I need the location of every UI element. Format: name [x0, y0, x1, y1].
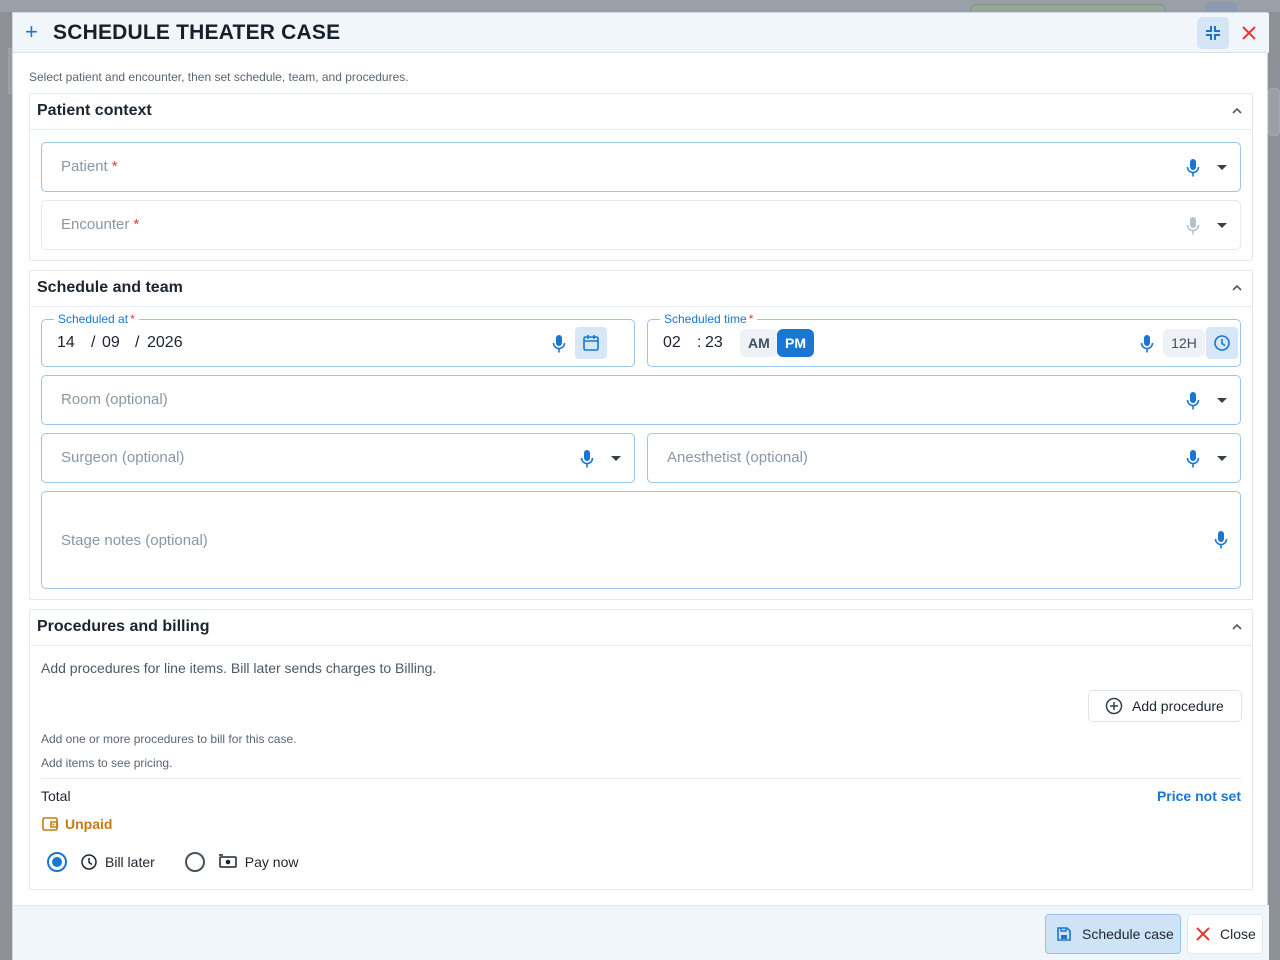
time-hour[interactable]: 02: [663, 334, 681, 352]
date-separator: /: [91, 334, 96, 351]
divider: [41, 778, 1241, 779]
stage-notes-placeholder: Stage notes (optional): [61, 532, 208, 549]
stage-notes-field[interactable]: Stage notes (optional): [41, 491, 1241, 589]
anesthetist-field[interactable]: Anesthetist (optional): [647, 433, 1241, 483]
date-day[interactable]: 14: [57, 334, 75, 352]
price-status: Price not set: [1156, 788, 1241, 804]
date-year[interactable]: 2026: [147, 334, 183, 352]
bill-later-option[interactable]: Bill later: [47, 852, 155, 872]
add-circle-icon: [1105, 697, 1123, 715]
cash-icon: [218, 854, 237, 868]
procedures-billing-header[interactable]: Procedures and billing: [30, 610, 1252, 646]
dropdown-arrow-icon[interactable]: [1216, 164, 1228, 172]
pricing-hint: Add items to see pricing.: [41, 756, 173, 770]
procedures-info-text: Add procedures for line items. Bill late…: [41, 660, 437, 676]
format-12h-toggle[interactable]: 12H: [1163, 329, 1205, 357]
chevron-up-icon: [1232, 284, 1242, 291]
anesthetist-placeholder: Anesthetist (optional): [667, 449, 808, 466]
scheduled-at-label: Scheduled at *: [54, 312, 139, 326]
add-procedure-button[interactable]: Add procedure: [1088, 690, 1242, 722]
pay-now-option[interactable]: Pay now: [184, 852, 299, 872]
patient-field[interactable]: Patient *: [41, 142, 1241, 192]
chevron-up-icon: [1232, 107, 1242, 114]
patient-context-header[interactable]: Patient context: [30, 94, 1252, 130]
scheduled-time-label: Scheduled time *: [660, 312, 758, 326]
dialog-title: SCHEDULE THEATER CASE: [53, 21, 341, 44]
scheduled-time-field[interactable]: Scheduled time * 02 : 23 AM PM 12H: [647, 312, 1241, 367]
procedures-billing-section: Procedures and billing Add procedures fo…: [29, 609, 1253, 890]
calendar-button[interactable]: [575, 327, 607, 359]
room-field[interactable]: Room (optional): [41, 375, 1241, 425]
close-dialog-button[interactable]: [1235, 19, 1263, 47]
bill-later-label: Bill later: [105, 854, 155, 870]
close-icon: [1196, 927, 1210, 941]
dropdown-arrow-icon[interactable]: [1216, 397, 1228, 405]
time-separator: :: [697, 334, 702, 351]
payment-status-text: Unpaid: [65, 816, 113, 832]
chevron-up-icon: [1232, 623, 1242, 630]
surgeon-placeholder: Surgeon (optional): [61, 449, 185, 466]
section-title: Schedule and team: [37, 279, 183, 296]
patient-placeholder: Patient *: [61, 158, 118, 175]
dialog-header: + SCHEDULE THEATER CASE: [13, 13, 1269, 53]
total-label: Total: [41, 788, 71, 804]
bill-later-radio[interactable]: [47, 852, 67, 872]
schedule-case-label: Schedule case: [1082, 926, 1174, 942]
dropdown-arrow-icon[interactable]: [1216, 455, 1228, 463]
calendar-icon: [583, 335, 599, 351]
encounter-field[interactable]: Encounter *: [41, 200, 1241, 250]
date-separator: /: [135, 334, 140, 351]
section-title: Patient context: [37, 102, 152, 119]
dropdown-arrow-icon[interactable]: [1216, 222, 1228, 230]
room-placeholder: Room (optional): [61, 391, 168, 408]
pay-now-label: Pay now: [244, 854, 299, 870]
dialog-subtitle: Select patient and encounter, then set s…: [29, 70, 409, 84]
section-title: Procedures and billing: [37, 618, 210, 635]
close-button[interactable]: Close: [1187, 914, 1263, 954]
mic-icon[interactable]: [552, 334, 566, 354]
mic-icon[interactable]: [1186, 158, 1200, 178]
schedule-theater-case-dialog: + SCHEDULE THEATER CASE Select patient a…: [12, 12, 1269, 960]
mic-icon[interactable]: [1186, 449, 1200, 469]
mic-icon[interactable]: [1214, 530, 1228, 550]
dialog-footer: Schedule case Close: [13, 905, 1269, 960]
pay-now-radio[interactable]: [184, 852, 205, 872]
backdrop-right-panel: [1268, 88, 1280, 136]
am-toggle[interactable]: AM: [740, 329, 778, 357]
mic-icon[interactable]: [580, 449, 594, 469]
clock-icon: [81, 854, 97, 870]
payment-status-badge: Unpaid: [41, 815, 112, 833]
encounter-placeholder: Encounter *: [61, 216, 140, 233]
schedule-team-header[interactable]: Schedule and team: [30, 271, 1252, 307]
clock-icon: [1214, 335, 1230, 351]
mic-icon[interactable]: [1186, 391, 1200, 411]
close-icon: [1242, 26, 1256, 40]
collapse-icon: [1206, 26, 1220, 40]
mic-icon[interactable]: [1186, 216, 1200, 236]
clock-button[interactable]: [1206, 327, 1238, 359]
plus-icon: +: [25, 19, 38, 44]
scheduled-at-field[interactable]: Scheduled at * 14 / 09 / 2026: [41, 312, 635, 367]
dropdown-arrow-icon[interactable]: [610, 455, 622, 463]
surgeon-field[interactable]: Surgeon (optional): [41, 433, 635, 483]
wallet-icon: [42, 817, 58, 831]
mic-icon[interactable]: [1140, 334, 1154, 354]
save-icon: [1057, 927, 1071, 941]
close-label: Close: [1220, 926, 1256, 942]
payment-option-group: Bill later Pay now: [47, 852, 299, 872]
date-month[interactable]: 09: [102, 334, 120, 352]
add-procedure-label: Add procedure: [1132, 698, 1224, 714]
patient-context-section: Patient context Patient * Encounter *: [29, 93, 1253, 261]
time-minute[interactable]: 23: [705, 334, 723, 352]
schedule-team-section: Schedule and team Scheduled at * 14 / 09 …: [29, 270, 1253, 600]
procedures-hint: Add one or more procedures to bill for t…: [41, 732, 297, 746]
collapse-button[interactable]: [1197, 17, 1229, 49]
schedule-case-button[interactable]: Schedule case: [1045, 914, 1181, 954]
pm-toggle[interactable]: PM: [777, 329, 814, 357]
